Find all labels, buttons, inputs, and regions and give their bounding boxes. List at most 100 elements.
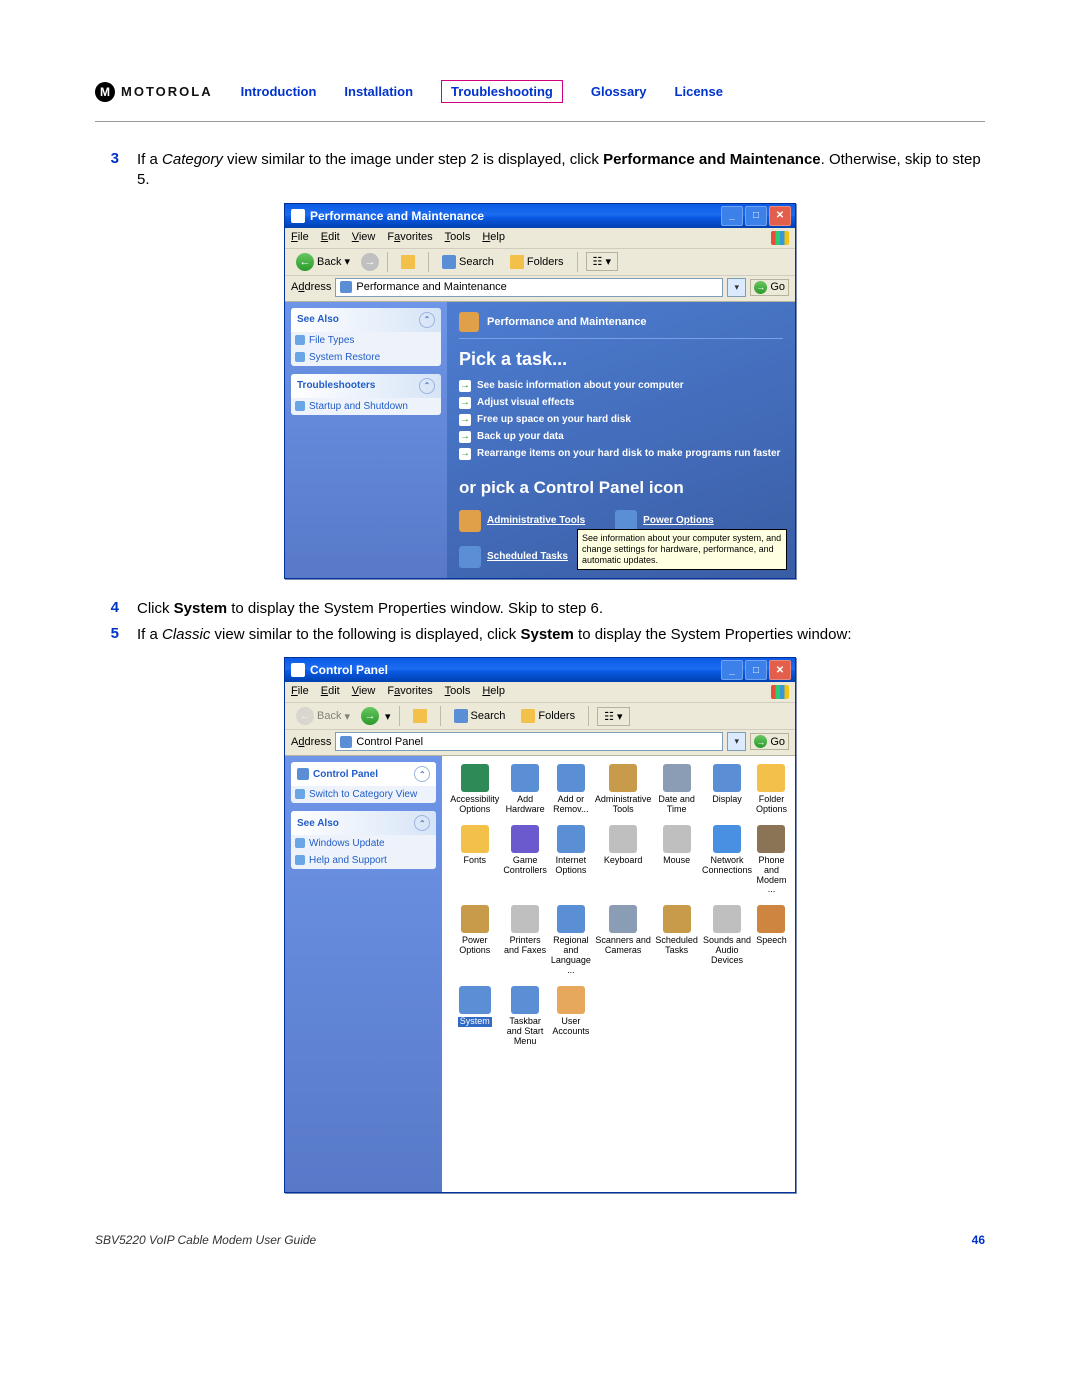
cp-item-mouse[interactable]: Mouse [655, 825, 698, 896]
side-item-startup[interactable]: Startup and Shutdown [291, 398, 441, 415]
search-button[interactable]: Search [437, 254, 499, 270]
address-dropdown[interactable]: ▾ [727, 732, 746, 751]
cp-item-scheduled-tasks[interactable]: Scheduled Tasks [655, 905, 698, 976]
page-footer: SBV5220 VoIP Cable Modem User Guide 46 [95, 1233, 985, 1247]
cp-item-phone-and-modem[interactable]: Phone and Modem ... [756, 825, 787, 896]
up-button[interactable] [408, 708, 432, 724]
task-see-basic-info[interactable]: →See basic information about your comput… [459, 380, 783, 392]
address-input-2[interactable]: Control Panel [335, 732, 723, 751]
cp-item-add-hardware[interactable]: Add Hardware [503, 764, 547, 815]
cp-item-taskbar-and-start-menu[interactable]: Taskbar and Start Menu [503, 986, 547, 1047]
cp-item-accessibility-options[interactable]: Accessibility Options [450, 764, 499, 815]
cp-item-fonts[interactable]: Fonts [450, 825, 499, 896]
cp-item-date-and-time[interactable]: Date and Time [655, 764, 698, 815]
cp-item-regional-and-language[interactable]: Regional and Language ... [551, 905, 591, 976]
folder-up-icon [413, 709, 427, 723]
side-item-filetypes[interactable]: File Types [291, 332, 441, 349]
side-item-switch-category[interactable]: Switch to Category View [291, 786, 436, 803]
go-button[interactable]: →Go [750, 733, 789, 750]
up-button[interactable] [396, 254, 420, 270]
go-button[interactable]: →Go [750, 279, 789, 296]
cp-item-label: Fonts [464, 856, 487, 866]
collapse-icon[interactable]: ⌃ [419, 312, 435, 328]
menu-tools[interactable]: Tools [445, 685, 471, 699]
task-rearrange[interactable]: →Rearrange items on your hard disk to ma… [459, 448, 783, 460]
cp-item-display[interactable]: Display [702, 764, 752, 815]
maximize-button[interactable]: □ [745, 660, 767, 680]
cp-item-printers-and-faxes[interactable]: Printers and Faxes [503, 905, 547, 976]
minimize-button[interactable]: _ [721, 660, 743, 680]
menu-tools[interactable]: Tools [445, 231, 471, 245]
maximize-button[interactable]: □ [745, 206, 767, 226]
cp-item-network-connections[interactable]: Network Connections [702, 825, 752, 896]
task-adjust-visual[interactable]: →Adjust visual effects [459, 397, 783, 409]
menu-file[interactable]: File [291, 231, 309, 245]
menu-help[interactable]: Help [482, 231, 505, 245]
cp-item-scanners-and-cameras[interactable]: Scanners and Cameras [595, 905, 652, 976]
arrow-icon: → [459, 431, 471, 443]
cp-item-power-options[interactable]: Power Options [450, 905, 499, 976]
category-heading: Performance and Maintenance [459, 312, 783, 339]
cp-item-user-accounts[interactable]: User Accounts [551, 986, 591, 1047]
folders-button[interactable]: Folders [516, 708, 580, 724]
cp-item-system[interactable]: System [450, 986, 499, 1047]
menu-favorites[interactable]: Favorites [387, 685, 432, 699]
step3-text: If a Category view similar to the image … [137, 150, 985, 191]
forward-button[interactable]: → [361, 253, 379, 271]
main-panel: Performance and Maintenance Pick a task.… [447, 302, 795, 578]
cp-item-game-controllers[interactable]: Game Controllers [503, 825, 547, 896]
views-button[interactable]: ☷ ▾ [586, 252, 618, 271]
cp-item-label: Regional and Language ... [551, 936, 591, 976]
cp-item-add-or-remov[interactable]: Add or Remov... [551, 764, 591, 815]
menu-favorites[interactable]: Favorites [387, 231, 432, 245]
cp-item-speech[interactable]: Speech [756, 905, 787, 976]
side-head-seealso-2[interactable]: See Also ⌃ [291, 811, 436, 835]
cp-item-internet-options[interactable]: Internet Options [551, 825, 591, 896]
collapse-icon[interactable]: ⌃ [414, 815, 430, 831]
back-button[interactable]: ←Back ▾ [291, 252, 355, 272]
search-button[interactable]: Search [449, 708, 511, 724]
cp-item-folder-options[interactable]: Folder Options [756, 764, 787, 815]
cp-item-label: Power Options [450, 936, 499, 956]
nav-license[interactable]: License [675, 84, 723, 99]
address-dropdown[interactable]: ▾ [727, 278, 746, 297]
side-head-seealso[interactable]: See Also ⌃ [291, 308, 441, 332]
side-head-trouble[interactable]: Troubleshooters ⌃ [291, 374, 441, 398]
cp-item-keyboard[interactable]: Keyboard [595, 825, 652, 896]
menu-help[interactable]: Help [482, 685, 505, 699]
menu-view[interactable]: View [352, 231, 376, 245]
minimize-button[interactable]: _ [721, 206, 743, 226]
menu-edit[interactable]: Edit [321, 685, 340, 699]
address-bar: Address Performance and Maintenance ▾ →G… [285, 276, 795, 302]
views-button[interactable]: ☷ ▾ [597, 707, 629, 726]
menu-view[interactable]: View [352, 685, 376, 699]
task-backup[interactable]: →Back up your data [459, 431, 783, 443]
close-button[interactable]: ✕ [769, 660, 791, 680]
menu-edit[interactable]: Edit [321, 231, 340, 245]
nav-troubleshooting[interactable]: Troubleshooting [441, 80, 563, 103]
cp-item-administrative-tools[interactable]: Administrative Tools [595, 764, 652, 815]
cp-item-icon [713, 905, 741, 933]
cp-item-label: Add Hardware [503, 795, 547, 815]
cp-item-sounds-and-audio-devices[interactable]: Sounds and Audio Devices [702, 905, 752, 976]
nav-glossary[interactable]: Glossary [591, 84, 647, 99]
nav-installation[interactable]: Installation [344, 84, 413, 99]
collapse-icon[interactable]: ⌃ [414, 766, 430, 782]
cp-admin-tools[interactable]: Administrative Tools [459, 510, 585, 532]
side-item-help-support[interactable]: Help and Support [291, 852, 436, 869]
side-head-cp[interactable]: Control Panel ⌃ [291, 762, 436, 786]
side-item-systemrestore[interactable]: System Restore [291, 349, 441, 366]
cp-item-label: Administrative Tools [595, 795, 652, 815]
side-item-windows-update[interactable]: Windows Update [291, 835, 436, 852]
side-group-seealso-2: See Also ⌃ Windows Update Help and Suppo… [291, 811, 436, 869]
address-input[interactable]: Performance and Maintenance [335, 278, 723, 297]
nav-introduction[interactable]: Introduction [241, 84, 317, 99]
menu-file[interactable]: File [291, 685, 309, 699]
toolbar-2: ←Back ▾ →▾ Search Folders ☷ ▾ [285, 703, 795, 730]
close-button[interactable]: ✕ [769, 206, 791, 226]
cp-scheduled-tasks[interactable]: Scheduled Tasks [459, 546, 568, 568]
task-free-space[interactable]: →Free up space on your hard disk [459, 414, 783, 426]
collapse-icon[interactable]: ⌃ [419, 378, 435, 394]
forward-button[interactable]: → [361, 707, 379, 725]
folders-button[interactable]: Folders [505, 254, 569, 270]
